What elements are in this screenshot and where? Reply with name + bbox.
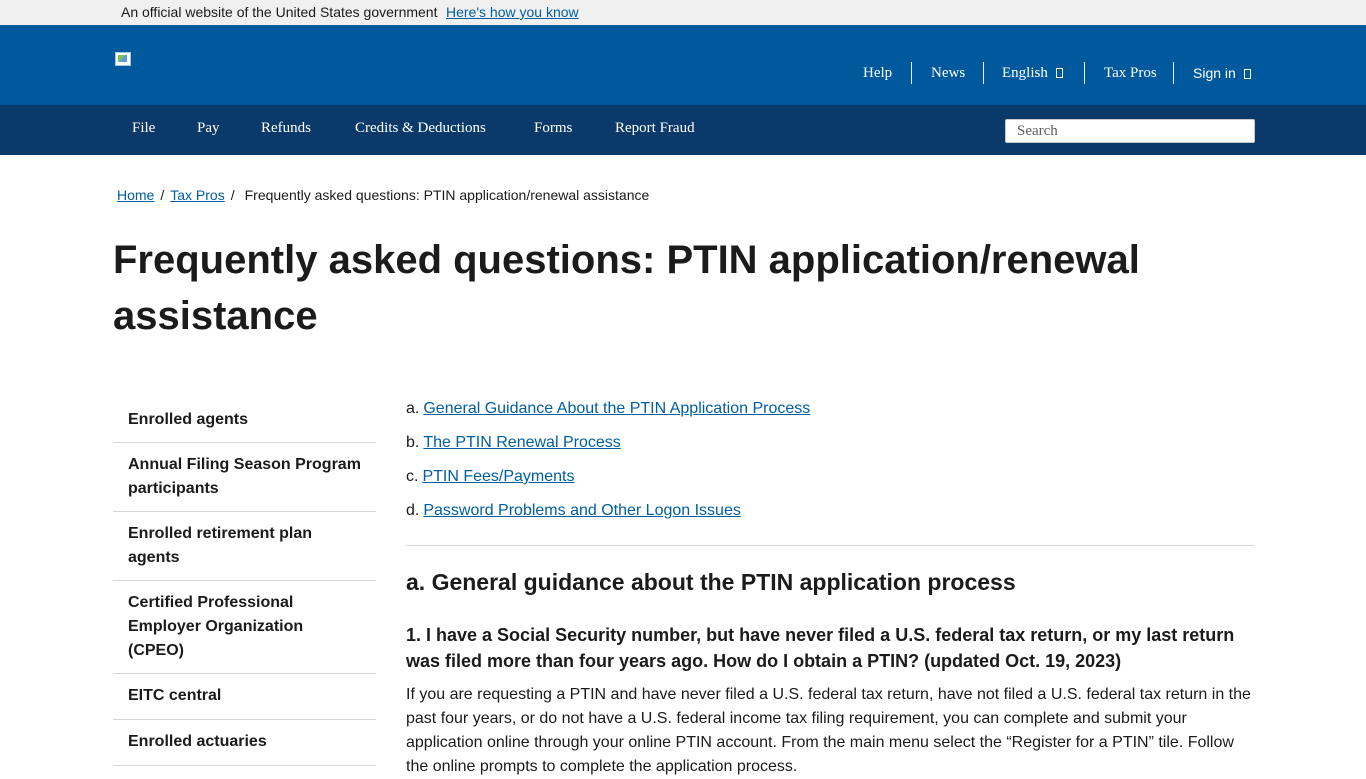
nav-file[interactable]: File: [132, 120, 155, 137]
breadcrumb-separator: /: [160, 187, 165, 203]
sidebar-item-eitc-central[interactable]: EITC central: [113, 674, 376, 720]
breadcrumb-current: Frequently asked questions: PTIN applica…: [244, 187, 650, 203]
nav-refunds[interactable]: Refunds: [261, 120, 311, 137]
toc-link-password-problems[interactable]: Password Problems and Other Logon Issues: [423, 502, 741, 519]
nav-forms[interactable]: Forms: [534, 120, 572, 137]
toc-link-fees-payments[interactable]: PTIN Fees/Payments: [422, 468, 574, 485]
tax-pros-link[interactable]: Tax Pros: [1104, 62, 1157, 84]
sidebar-item-cpeo[interactable]: Certified Professional Employer Organiza…: [113, 581, 376, 674]
faq-question: 1. I have a Social Security number, but …: [406, 625, 1235, 671]
sidebar-item-enrolled-agents[interactable]: Enrolled agents: [113, 397, 376, 443]
sidebar-item-retirement-plan-agents[interactable]: Enrolled retirement plan agents: [113, 512, 376, 581]
toc-item: c. PTIN Fees/Payments: [406, 468, 575, 486]
toc-prefix: d.: [406, 502, 420, 519]
site-header: Help News English Tax Pros Sign in: [0, 25, 1366, 105]
toc-prefix: a.: [406, 400, 420, 417]
nav-pay[interactable]: Pay: [197, 120, 220, 137]
toc-item: a. General Guidance About the PTIN Applic…: [406, 400, 810, 418]
breadcrumb-separator: /: [230, 187, 235, 203]
breadcrumb-tax-pros-link[interactable]: Tax Pros: [170, 187, 224, 203]
utility-divider: [911, 62, 912, 84]
heres-how-you-know-link[interactable]: Here's how you know: [446, 4, 579, 20]
nav-report-fraud[interactable]: Report Fraud: [615, 120, 695, 137]
sign-in-link[interactable]: Sign in: [1193, 62, 1251, 84]
page-title: Frequently asked questions: PTIN applica…: [113, 238, 1140, 338]
toc-prefix: c.: [406, 468, 419, 485]
language-selector[interactable]: English: [1002, 62, 1063, 84]
utility-divider: [1084, 62, 1085, 84]
toc-item: d. Password Problems and Other Logon Issu…: [406, 502, 741, 520]
breadcrumb: Home / Tax Pros / Frequently asked questions…: [117, 187, 649, 203]
sidebar-item-afsp-participants[interactable]: Annual Filing Season Program participant…: [113, 443, 376, 512]
sign-in-icon: [1243, 69, 1251, 79]
utility-divider: [983, 62, 984, 84]
toc-item: b. The PTIN Renewal Process: [406, 434, 621, 452]
news-link[interactable]: News: [931, 62, 965, 84]
section-divider: [406, 545, 1254, 546]
sidebar-item-enrolled-actuaries[interactable]: Enrolled actuaries: [113, 720, 376, 766]
faq-answer: If you are requesting a PTIN and have ne…: [406, 686, 1251, 775]
section-heading: a. General guidance about the PTIN appli…: [406, 569, 1016, 595]
gov-banner-text: An official website of the United States…: [121, 4, 438, 20]
toc-link-general-guidance[interactable]: General Guidance About the PTIN Applicat…: [423, 400, 810, 417]
sign-in-label: Sign in: [1193, 65, 1236, 81]
language-icon: [1055, 68, 1063, 78]
toc-link-renewal-process[interactable]: The PTIN Renewal Process: [423, 434, 620, 451]
sidebar-nav: Enrolled agents Annual Filing Season Pro…: [113, 397, 376, 766]
irs-logo[interactable]: [115, 52, 132, 67]
utility-divider: [1173, 62, 1174, 84]
breadcrumb-home-link[interactable]: Home: [117, 187, 154, 203]
help-link[interactable]: Help: [863, 62, 892, 84]
language-label: English: [1002, 65, 1048, 81]
nav-credits-deductions[interactable]: Credits & Deductions: [355, 120, 486, 137]
toc-prefix: b.: [406, 434, 420, 451]
search-input[interactable]: [1005, 119, 1255, 143]
gov-banner: An official website of the United States…: [0, 0, 1366, 25]
image-placeholder-icon: [118, 55, 127, 62]
